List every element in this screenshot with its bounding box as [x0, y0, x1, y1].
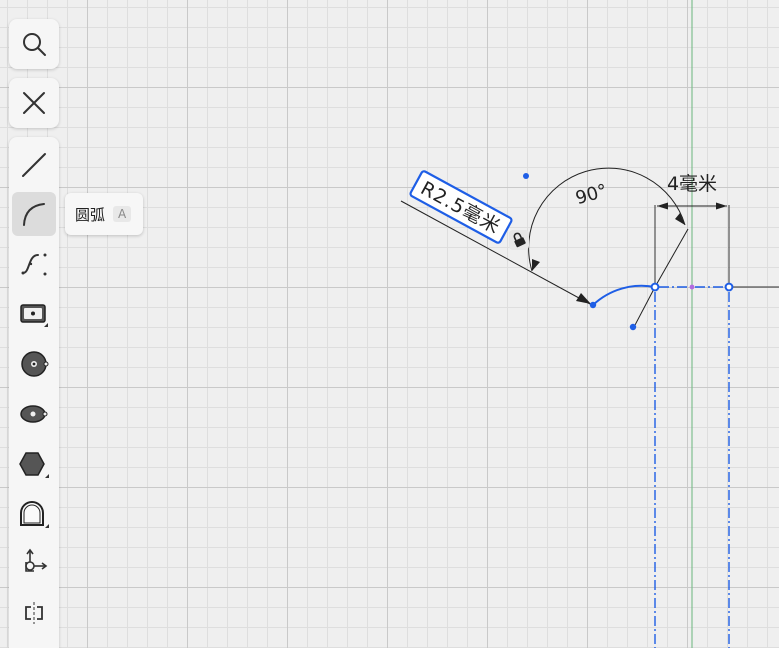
arc-start-point[interactable] [589, 301, 597, 309]
radius-dimension-box[interactable]: R2.5毫米 [409, 170, 513, 244]
arc-center-point[interactable] [523, 173, 529, 179]
arc-handle-point[interactable] [629, 323, 637, 331]
radius-arrow [576, 293, 591, 304]
width-dimension-label[interactable]: 4毫米 [667, 173, 717, 195]
corner-point-right[interactable] [724, 282, 734, 292]
angle-dimension-label[interactable]: 90° [573, 180, 609, 209]
sketch-arc[interactable] [592, 284, 656, 306]
radius-extension-line [633, 286, 656, 328]
corner-point-left[interactable] [650, 282, 660, 292]
midpoint-marker[interactable] [689, 284, 695, 290]
width-arrow-left [657, 202, 668, 210]
angle-dimension-arc[interactable] [528, 167, 686, 272]
angle-reference-line [654, 228, 689, 288]
width-arrow-right [716, 202, 727, 210]
angle-arrow-bottom [532, 259, 540, 271]
sketch-canvas[interactable]: 4毫米 90° R2.5毫米 [0, 0, 779, 648]
angle-arrow-top [675, 213, 685, 225]
lock-icon[interactable] [509, 230, 529, 250]
